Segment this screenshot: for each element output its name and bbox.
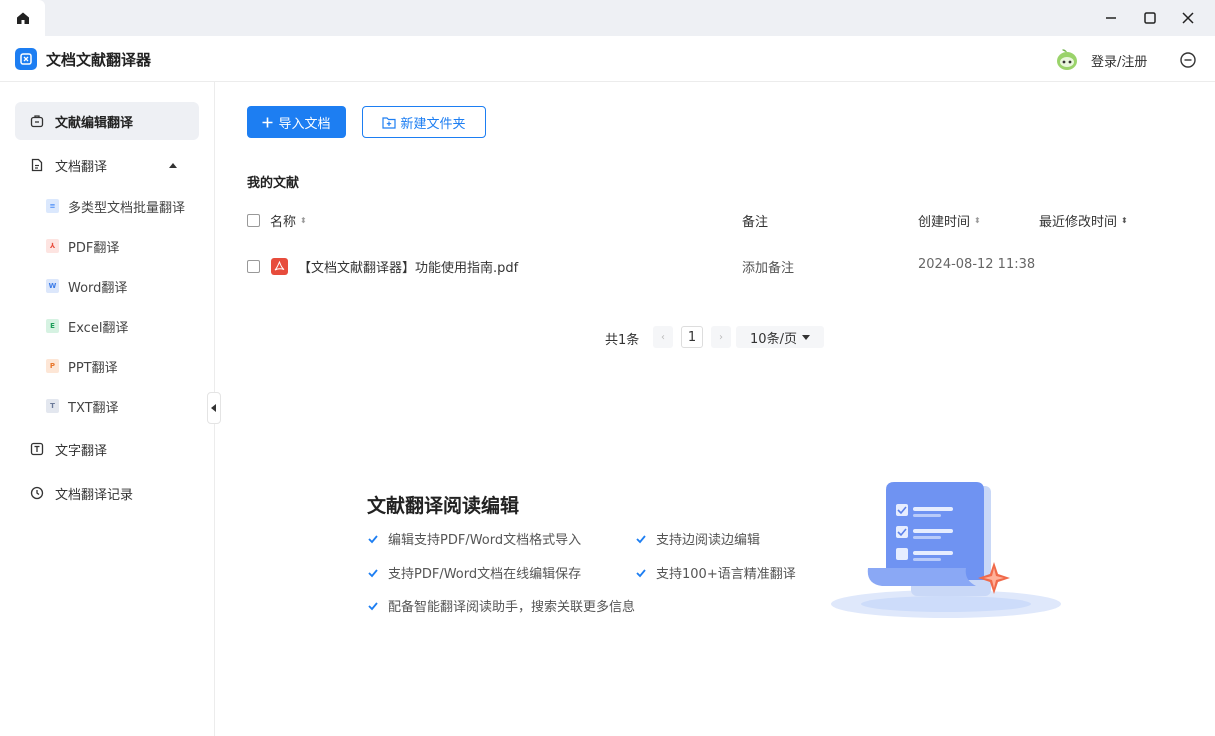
folder-plus-icon	[382, 116, 397, 129]
sidebar-subitem-excel[interactable]: E Excel翻译	[46, 313, 128, 339]
check-icon	[636, 534, 646, 543]
app-logo-icon	[15, 48, 37, 70]
sort-icon[interactable]: ⬍	[1121, 216, 1128, 225]
login-register-link[interactable]: 登录/注册	[1091, 51, 1147, 70]
clock-icon	[30, 486, 44, 500]
my-literature-title: 我的文献	[247, 176, 300, 191]
maximize-button[interactable]	[1131, 0, 1169, 36]
column-modified-label: 最近修改时间	[1039, 215, 1118, 230]
sidebar-item-label: 文档翻译记录	[55, 487, 134, 503]
sidebar-subitem-ppt[interactable]: P PPT翻译	[46, 353, 118, 379]
pagination-page-1[interactable]: 1	[681, 326, 703, 348]
file-created-time: 2024-08-12 11:38	[918, 257, 1036, 272]
word-icon: W	[46, 279, 59, 293]
select-all-checkbox[interactable]	[247, 214, 260, 227]
sidebar-item-text-translate[interactable]: 文字翻译	[15, 430, 199, 468]
sidebar-subitem-label: 多类型文档批量翻译	[68, 200, 186, 216]
column-header-name[interactable]: 名称 ⬍	[270, 211, 307, 230]
minimize-icon	[1106, 17, 1116, 19]
document-checklist-illustration	[831, 482, 1061, 618]
settings-menu-button[interactable]	[1178, 50, 1198, 70]
promo-feature: 编辑支持PDF/Word文档格式导入	[367, 529, 581, 548]
briefcase-icon	[30, 114, 44, 128]
check-icon	[368, 601, 378, 610]
column-header-modified[interactable]: 最近修改时间 ⬍	[1039, 211, 1128, 230]
sidebar-subitem-pdf[interactable]: ⅄ PDF翻译	[46, 233, 119, 259]
sidebar-subitem-label: Excel翻译	[68, 320, 129, 336]
collapse-caret-icon[interactable]	[169, 162, 177, 168]
sort-icon[interactable]: ⬍	[974, 216, 981, 225]
promo-feature: 支持PDF/Word文档在线编辑保存	[367, 563, 581, 582]
document-icon	[30, 158, 44, 172]
promo-feature-text: 支持100+语言精准翻译	[656, 567, 796, 582]
avatar[interactable]	[1054, 46, 1080, 72]
promo-feature: 支持100+语言精准翻译	[635, 563, 796, 582]
ppt-icon: P	[46, 359, 59, 373]
maximize-icon	[1144, 12, 1156, 24]
menu-circle-icon	[1180, 52, 1196, 68]
promo-feature: 支持边阅读边编辑	[635, 529, 760, 548]
excel-icon: E	[46, 319, 59, 333]
pagination-prev-button[interactable]: ‹	[653, 326, 673, 348]
column-created-label: 创建时间	[918, 215, 971, 230]
txt-icon: T	[46, 399, 59, 413]
import-document-button[interactable]: 导入文档	[247, 106, 346, 138]
row-checkbox[interactable]	[247, 260, 260, 273]
close-icon	[1182, 12, 1194, 24]
sidebar: 文献编辑翻译 文档翻译 ≡ 多类型文档批量翻译 ⅄ PDF翻译 W Word翻译…	[0, 82, 215, 736]
pdf-file-icon	[271, 258, 288, 275]
minimize-button[interactable]	[1092, 0, 1130, 36]
column-header-note: 备注	[742, 211, 768, 230]
multi-doc-icon: ≡	[46, 199, 59, 213]
sidebar-item-literature-edit[interactable]: 文献编辑翻译	[15, 102, 199, 140]
text-icon	[30, 442, 44, 456]
new-folder-button[interactable]: 新建文件夹	[362, 106, 486, 138]
app-header: 文档文献翻译器 登录/注册	[0, 36, 1215, 82]
check-icon	[368, 534, 378, 543]
promo-feature-text: 支持PDF/Word文档在线编辑保存	[388, 567, 582, 582]
close-button[interactable]	[1169, 0, 1207, 36]
page-size-select[interactable]: 10条/页	[736, 326, 824, 348]
promo-feature-text: 编辑支持PDF/Word文档格式导入	[388, 533, 582, 548]
sidebar-subitem-label: Word翻译	[68, 280, 128, 296]
pagination-next-button[interactable]: ›	[711, 326, 731, 348]
sidebar-subitem-label: TXT翻译	[68, 400, 119, 416]
pdf-icon: ⅄	[46, 239, 59, 253]
column-note-label: 备注	[742, 215, 769, 230]
sidebar-item-label: 文献编辑翻译	[55, 115, 134, 131]
import-document-label: 导入文档	[278, 116, 331, 132]
sidebar-collapse-handle[interactable]	[207, 392, 221, 424]
sidebar-item-history[interactable]: 文档翻译记录	[15, 474, 199, 512]
column-header-created[interactable]: 创建时间 ⬍	[918, 211, 981, 230]
promo-feature-text: 配备智能翻译阅读助手，搜索关联更多信息	[388, 600, 636, 615]
add-note-link[interactable]: 添加备注	[742, 257, 794, 276]
home-icon	[16, 12, 29, 24]
sidebar-subitem-txt[interactable]: T TXT翻译	[46, 393, 119, 419]
sidebar-subitem-label: PPT翻译	[68, 360, 118, 376]
plus-icon	[262, 117, 273, 127]
sidebar-item-label: 文字翻译	[55, 443, 108, 459]
app-title: 文档文献翻译器	[46, 51, 152, 69]
avatar-icon	[1057, 49, 1077, 70]
sidebar-subitem-word[interactable]: W Word翻译	[46, 273, 127, 299]
chevron-down-icon	[801, 334, 810, 340]
sort-icon[interactable]: ⬍	[300, 216, 307, 225]
sidebar-item-label: 文档翻译	[55, 159, 108, 175]
chevron-left-icon	[211, 404, 216, 412]
home-tab[interactable]	[0, 0, 45, 36]
check-icon	[368, 568, 378, 577]
file-name[interactable]: 【文档文献翻译器】功能使用指南.pdf	[298, 257, 518, 276]
window-tab-bar	[0, 0, 1215, 36]
page-size-value: 10条/页	[750, 331, 797, 347]
promo-feature-text: 支持边阅读边编辑	[656, 533, 761, 548]
promo-feature: 配备智能翻译阅读助手，搜索关联更多信息	[367, 596, 635, 615]
sidebar-subitem-batch[interactable]: ≡ 多类型文档批量翻译	[46, 193, 185, 219]
column-name-label: 名称	[270, 215, 297, 230]
sidebar-subitem-label: PDF翻译	[68, 240, 120, 256]
new-folder-label: 新建文件夹	[400, 116, 466, 132]
sidebar-item-doc-translate[interactable]: 文档翻译	[15, 146, 199, 184]
check-icon	[636, 568, 646, 577]
promo-title: 文献翻译阅读编辑	[367, 495, 520, 517]
pagination-total: 共1条	[605, 333, 640, 348]
